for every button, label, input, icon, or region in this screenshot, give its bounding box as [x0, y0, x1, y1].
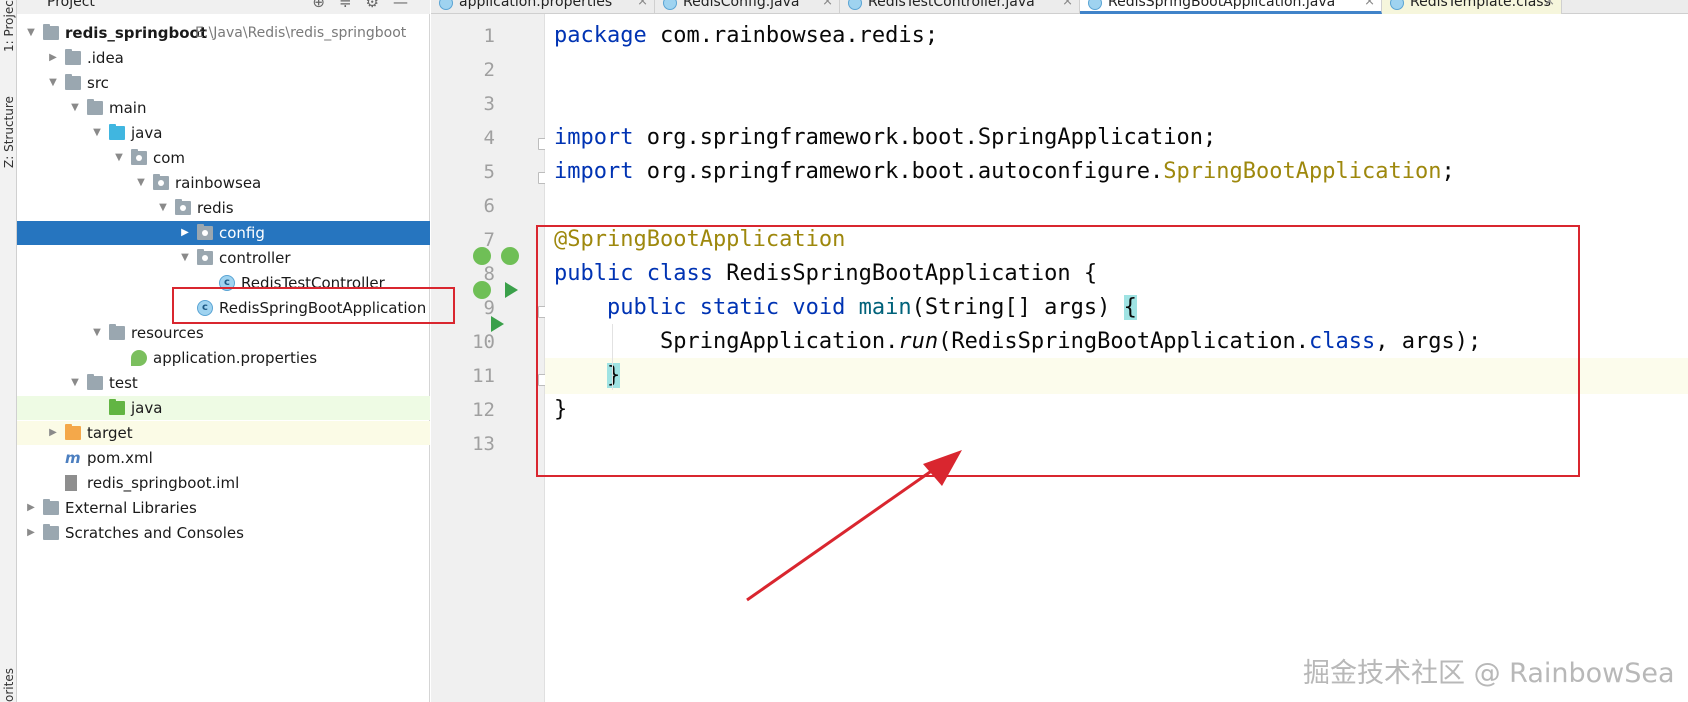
arrow-shaft	[746, 463, 941, 602]
ide-window: 1: Project Z: Structure orites Project ⊕…	[0, 0, 1688, 702]
arrow-head	[923, 450, 962, 486]
annotation-arrow	[746, 450, 962, 602]
watermark: 掘金技术社区 @ RainbowSea	[1303, 658, 1675, 689]
